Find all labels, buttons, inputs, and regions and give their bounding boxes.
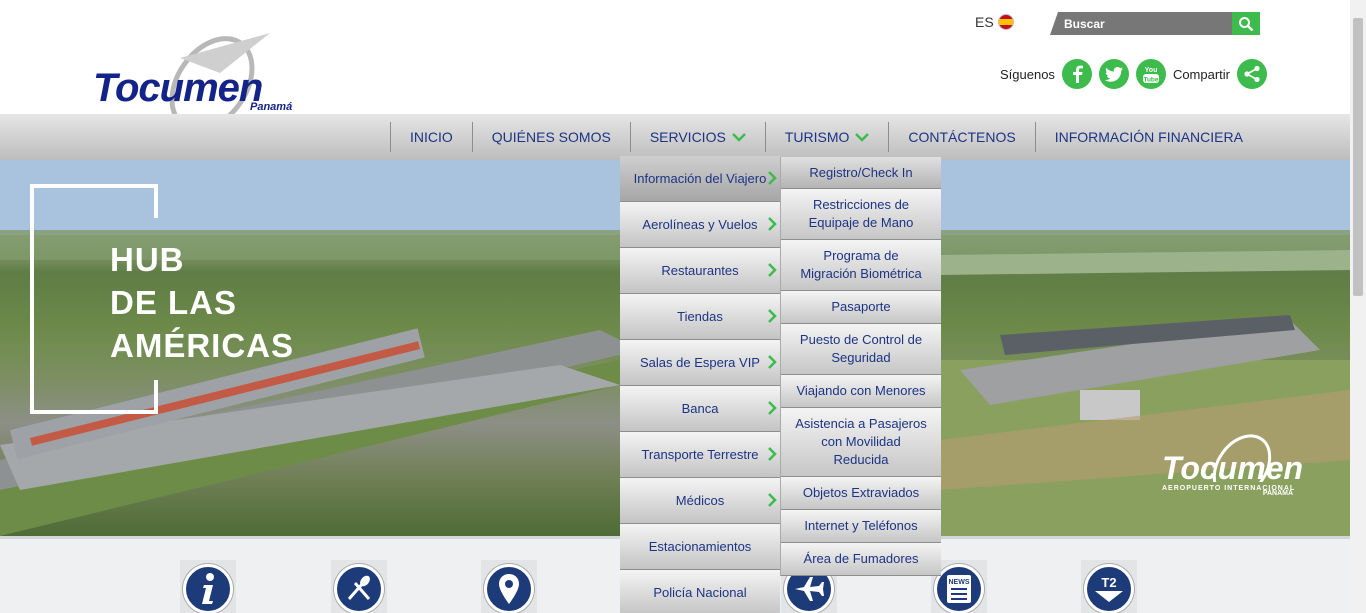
traveler-submenu: Registro/Check In Restricciones de Equip… xyxy=(780,157,941,576)
menu-item-label: Policía Nacional xyxy=(653,585,747,600)
share-icon[interactable] xyxy=(1237,59,1268,89)
share-label: Compartir xyxy=(1172,66,1231,82)
hero-logo-country: PANAMA xyxy=(1262,490,1294,497)
submenu-item[interactable]: Restricciones de Equipaje de Mano xyxy=(781,189,941,240)
hero-logo-ring-icon xyxy=(1212,434,1272,482)
menu-item-estacionamientos[interactable]: Estacionamientos xyxy=(620,524,780,570)
nav-servicios[interactable]: SERVICIOS xyxy=(629,122,765,152)
submenu-item[interactable]: Registro/Check In xyxy=(781,157,941,189)
hero-logo: Tocumen AEROPUERTO INTERNACIONAL PANAMA xyxy=(1162,434,1303,497)
menu-item-tiendas[interactable]: Tiendas xyxy=(620,294,780,340)
chevron-right-icon xyxy=(768,171,777,185)
nav-turismo[interactable]: TURISMO xyxy=(764,122,889,152)
info-icon xyxy=(183,564,233,613)
menu-item-label: Banca xyxy=(681,401,719,416)
quick-link-t2[interactable]: T2 xyxy=(1081,560,1137,613)
quick-link-info[interactable] xyxy=(180,560,236,613)
menu-item-policia[interactable]: Policía Nacional xyxy=(620,570,780,613)
menu-item-label: Tiendas xyxy=(677,309,723,324)
menu-item-transporte[interactable]: Transporte Terrestre xyxy=(620,432,780,478)
chevron-down-icon xyxy=(731,132,746,142)
submenu-item[interactable]: Puesto de Control de Seguridad xyxy=(781,324,941,375)
menu-item-label: Restaurantes xyxy=(661,263,739,278)
nav-label: TURISMO xyxy=(784,129,850,145)
chevron-right-icon xyxy=(768,263,777,277)
menu-item-label: Transporte Terrestre xyxy=(641,447,759,462)
menu-item-restaurantes[interactable]: Restaurantes xyxy=(620,248,780,294)
language-code: ES xyxy=(975,14,994,30)
nav-quienes-somos[interactable]: QUIÉNES SOMOS xyxy=(471,122,630,152)
twitter-icon[interactable] xyxy=(1098,59,1129,89)
submenu-item[interactable]: Viajando con Menores xyxy=(781,375,941,408)
restaurant-icon xyxy=(334,564,384,613)
nav-label: INICIO xyxy=(410,129,453,145)
chevron-right-icon xyxy=(768,401,777,415)
menu-item-informacion-viajero[interactable]: Información del Viajero xyxy=(620,156,780,202)
main-nav: INICIO QUIÉNES SOMOS SERVICIOS TURISMO C… xyxy=(0,114,1350,160)
menu-item-label: Aerolíneas y Vuelos xyxy=(642,217,758,232)
nav-label: CONTÁCTENOS xyxy=(908,129,1016,145)
scrollbar-thumb[interactable] xyxy=(1353,18,1363,296)
chevron-down-icon xyxy=(855,132,870,142)
submenu-item[interactable]: Objetos Extraviados xyxy=(781,477,941,510)
t2-label: T2 xyxy=(1101,575,1116,590)
menu-item-label: Estacionamientos xyxy=(648,539,752,554)
nav-label: SERVICIOS xyxy=(649,129,726,145)
search-box xyxy=(1050,12,1260,35)
location-icon xyxy=(484,564,534,613)
nav-label: INFORMACIÓN FINANCIERA xyxy=(1054,129,1243,145)
facebook-icon[interactable] xyxy=(1061,59,1092,89)
services-dropdown: Información del Viajero Aerolíneas y Vue… xyxy=(620,156,780,613)
hero-title: HUB DE LAS AMÉRICAS xyxy=(110,238,294,367)
search-icon xyxy=(1239,16,1254,31)
language-selector[interactable]: ES xyxy=(975,14,1014,30)
social-bar: Síguenos You Tube Compartir xyxy=(1000,58,1268,90)
nav-informacion-financiera[interactable]: INFORMACIÓN FINANCIERA xyxy=(1034,122,1262,152)
site-header: Tocumen Panamá ES Síguenos xyxy=(0,0,1350,132)
chevron-right-icon xyxy=(768,309,777,323)
youtube-icon[interactable]: You Tube xyxy=(1135,59,1166,89)
svg-text:You: You xyxy=(1145,67,1158,74)
nav-label: QUIÉNES SOMOS xyxy=(491,129,611,145)
news-label: NEWS xyxy=(949,579,970,586)
spain-flag-icon xyxy=(997,14,1014,30)
menu-item-aerolineas[interactable]: Aerolíneas y Vuelos xyxy=(620,202,780,248)
chevron-right-icon xyxy=(768,447,777,461)
page: Tocumen Panamá ES Síguenos xyxy=(0,0,1366,613)
submenu-item[interactable]: Programa de Migración Biométrica xyxy=(781,240,941,291)
nav-contactenos[interactable]: CONTÁCTENOS xyxy=(888,122,1034,152)
menu-item-label: Médicos xyxy=(675,493,725,508)
follow-label: Síguenos xyxy=(1000,66,1055,82)
nav-inicio[interactable]: INICIO xyxy=(390,122,472,152)
logo-subtitle: Panamá xyxy=(250,101,293,113)
search-button[interactable] xyxy=(1232,12,1260,35)
submenu-item[interactable]: Internet y Teléfonos xyxy=(781,510,941,543)
logo-wordmark: Tocumen xyxy=(93,66,263,110)
hero-line: HUB xyxy=(110,241,185,278)
news-icon: NEWS xyxy=(934,564,984,613)
page-scrollbar[interactable] xyxy=(1350,0,1366,613)
t2-icon: T2 xyxy=(1084,564,1134,613)
menu-item-label: Salas de Espera VIP xyxy=(640,355,760,370)
menu-item-label: Información del Viajero xyxy=(633,171,767,186)
menu-item-salas-vip[interactable]: Salas de Espera VIP xyxy=(620,340,780,386)
menu-item-medicos[interactable]: Médicos xyxy=(620,478,780,524)
hero-line: AMÉRICAS xyxy=(110,327,295,364)
hero-line: DE LAS xyxy=(110,284,238,321)
quick-link-location[interactable] xyxy=(481,560,537,613)
chevron-right-icon xyxy=(768,355,777,369)
chevron-right-icon xyxy=(768,493,777,507)
submenu-item[interactable]: Pasaporte xyxy=(781,291,941,324)
svg-text:Tube: Tube xyxy=(1143,77,1158,84)
search-input[interactable] xyxy=(1064,14,1224,33)
submenu-item[interactable]: Área de Fumadores xyxy=(781,543,941,576)
submenu-item[interactable]: Asistencia a Pasajeros con Movilidad Red… xyxy=(781,408,941,477)
menu-item-banca[interactable]: Banca xyxy=(620,386,780,432)
chevron-right-icon xyxy=(768,217,777,231)
quick-link-restaurants[interactable] xyxy=(331,560,387,613)
